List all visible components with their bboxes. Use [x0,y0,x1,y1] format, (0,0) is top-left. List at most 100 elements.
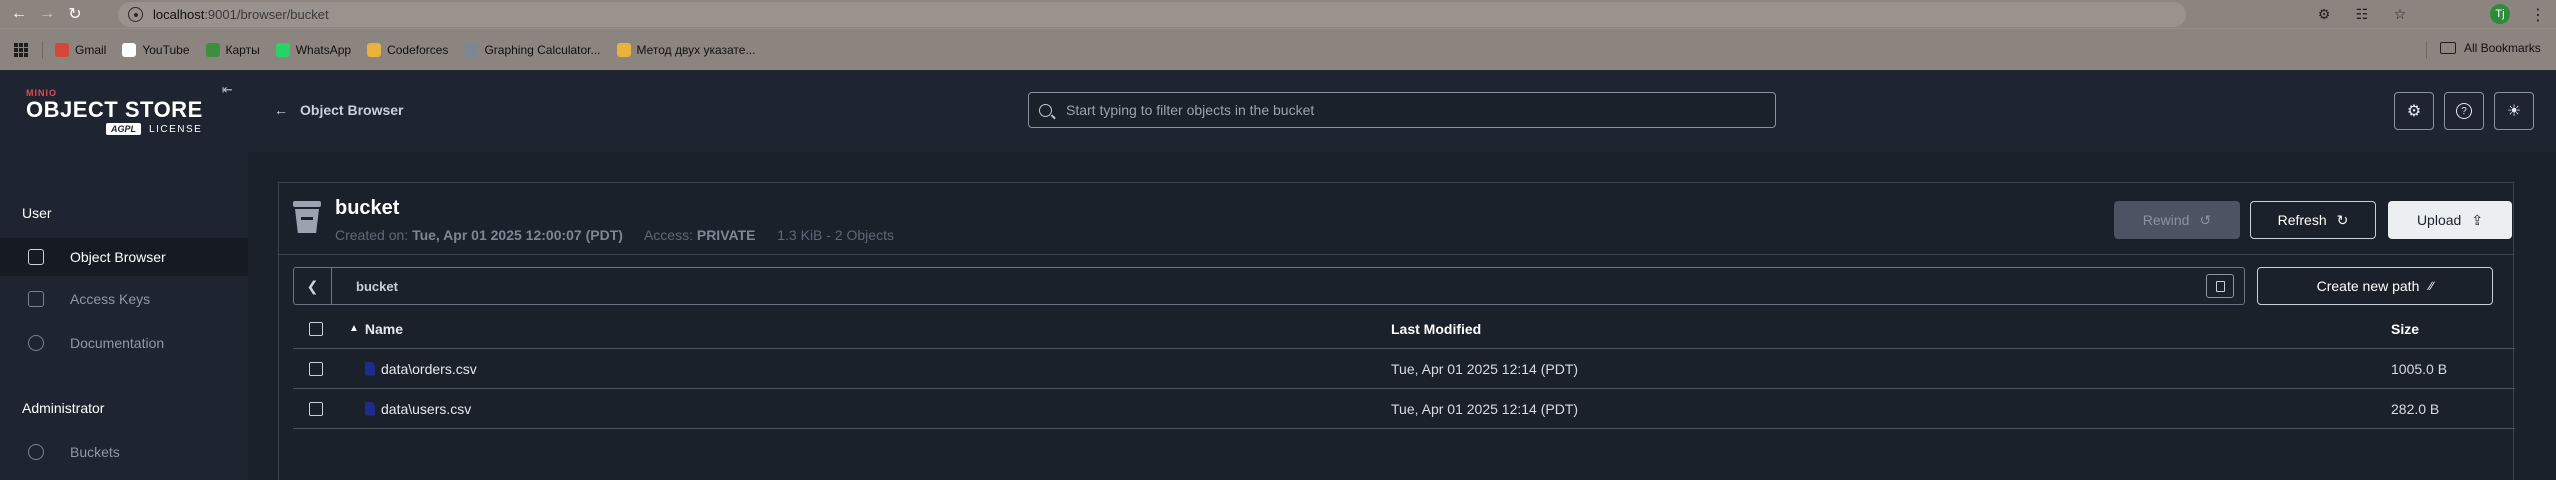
table-row[interactable]: data\users.csv Tue, Apr 01 2025 12:14 (P… [293,389,2515,429]
object-last-modified: Tue, Apr 01 2025 12:14 (PDT) [1391,400,1579,417]
sidebar-item-label: Object Browser [70,249,166,265]
license-label: LICENSE [149,123,203,135]
file-icon [365,361,375,376]
filter-input[interactable] [1066,102,1746,118]
help-icon: ? [2456,103,2472,119]
agpl-badge: AGPL [106,123,142,135]
address-bar[interactable]: localhost:9001/browser/bucket [118,2,2186,27]
column-header-name[interactable]: ▲ Name [349,321,403,337]
sort-asc-icon: ▲ [349,323,359,334]
column-header-last-modified[interactable]: Last Modified [1391,321,1481,337]
column-header-name-label: Name [364,320,404,337]
bucket-stats: 1.3 KiB - 2 Objects [777,227,894,243]
bookmark-item[interactable]: WhatsApp [275,42,352,57]
object-size: 282.0 B [2391,400,2440,417]
bookmark-item[interactable]: Gmail [55,42,106,57]
path-back-button[interactable]: ❮ [294,268,332,304]
object-name[interactable]: data\users.csv [381,401,471,417]
site-info-icon[interactable] [128,7,143,22]
filter-search-box[interactable] [1028,92,1776,128]
copy-icon [2215,280,2225,292]
bookmark-label: WhatsApp [295,42,352,57]
bookmark-favicon-icon [275,42,290,57]
profile-avatar[interactable]: Tj [2490,4,2510,24]
back-arrow-icon: ← [274,102,288,118]
copy-path-button[interactable] [2206,274,2234,298]
sidebar-item-documentation[interactable]: Documentation [0,324,248,362]
bookmark-item[interactable]: Метод двух указате... [616,42,755,57]
rewind-button[interactable]: Rewind ↺ [2114,201,2240,239]
logo-product: OBJECT STORE [26,97,203,122]
bucket-header: bucket Created on: Tue, Apr 01 2025 12:0… [279,183,2513,255]
object-name[interactable]: data\orders.csv [381,361,477,377]
help-button[interactable]: ? [2444,92,2484,130]
forward-arrow-icon[interactable]: → [36,3,58,25]
bookmark-favicon-icon [616,42,631,57]
section-user: User [22,205,52,221]
refresh-label: Refresh [2277,212,2327,228]
upload-label: Upload [2416,212,2462,228]
create-new-path-label: Create new path [2316,278,2420,294]
gear-icon: ⚙ [2406,103,2422,120]
bookmarks-bar: Gmail YouTube Карты WhatsApp Codeforces Graph… [0,28,2556,70]
bookmark-favicon-icon [367,42,382,57]
bookmark-item[interactable]: Codeforces [367,42,448,57]
key-icon [28,291,44,307]
bookmarks-separator [2426,41,2427,59]
upload-button[interactable]: Upload ⇪ [2388,201,2512,239]
table-row[interactable]: data\orders.csv Tue, Apr 01 2025 12:14 (… [293,349,2515,389]
sidebar-item-object-browser[interactable]: Object Browser [0,238,248,276]
minio-console: MINIO OBJECT STORE AGPL LICENSE ⇤ User Ob… [0,70,2556,480]
url-path: :9001/browser/bucket [204,7,329,22]
reload-icon[interactable]: ↻ [64,3,86,25]
all-bookmarks-label: All Bookmarks [2464,41,2541,55]
bookmark-favicon-icon [55,42,69,57]
refresh-icon: ↻ [2336,211,2349,228]
access-value: PRIVATE [696,227,756,243]
settings-button[interactable]: ⚙ [2394,92,2434,130]
sidebar: MINIO OBJECT STORE AGPL LICENSE ⇤ User Ob… [0,70,248,480]
bucket-panel: bucket Created on: Tue, Apr 01 2025 12:0… [278,182,2515,480]
bookmark-item[interactable]: Карты [205,42,260,57]
row-checkbox[interactable] [309,361,323,376]
bookmarks-separator [42,40,43,59]
objects-table: ▲ Name Last Modified Size data\orders.csv… [293,309,2515,429]
rewind-label: Rewind [2142,212,2190,228]
history-icon: ↺ [2199,211,2212,228]
sidebar-item-access-keys[interactable]: Access Keys [0,280,248,318]
star-icon[interactable]: ☆ [2392,4,2408,24]
section-administrator: Administrator [22,400,105,416]
new-path-icon: ∕∕ [2429,279,2434,293]
docs-icon [28,335,44,351]
browser-toolbar: ← → ↻ localhost:9001/browser/bucket ⚙ ☷ … [0,0,2556,28]
theme-toggle-button[interactable]: ☀ [2494,92,2534,130]
back-arrow-icon[interactable]: ← [8,3,30,25]
column-header-size[interactable]: Size [2391,321,2419,337]
minio-logo: MINIO OBJECT STORE AGPL LICENSE [26,88,203,135]
current-path: bucket [356,278,398,294]
folder-icon [2440,42,2456,54]
menu-kebab-icon[interactable]: ⋮ [2530,5,2546,25]
sun-icon: ☀ [2506,103,2522,120]
select-all-checkbox[interactable] [309,321,323,336]
row-checkbox[interactable] [309,401,323,416]
collapse-sidebar-icon[interactable]: ⇤ [222,82,238,98]
create-new-path-button[interactable]: Create new path ∕∕ [2257,267,2493,305]
bookmark-label: Карты [225,42,260,57]
chevron-left-icon: ❮ [306,277,319,294]
url-host: localhost [153,7,205,22]
table-header-row: ▲ Name Last Modified Size [293,309,2515,349]
bookmark-item[interactable]: Graphing Calculator... [464,42,601,57]
back-to-object-browser[interactable]: ← Object Browser [274,102,403,118]
bookmark-favicon-icon [464,42,479,57]
sidebar-item-buckets[interactable]: Buckets [0,433,248,471]
bookmark-label: Graphing Calculator... [484,42,601,57]
translate-icon[interactable]: ☷ [2354,4,2370,24]
bookmark-item[interactable]: YouTube [122,42,190,57]
bucket-icon [293,201,321,235]
key-icon[interactable]: ⚙ [2316,4,2332,24]
path-bar: ❮ bucket [293,267,2245,305]
refresh-button[interactable]: Refresh ↻ [2250,201,2376,239]
all-bookmarks[interactable]: All Bookmarks [2440,41,2541,55]
apps-grid-icon[interactable] [14,42,28,57]
